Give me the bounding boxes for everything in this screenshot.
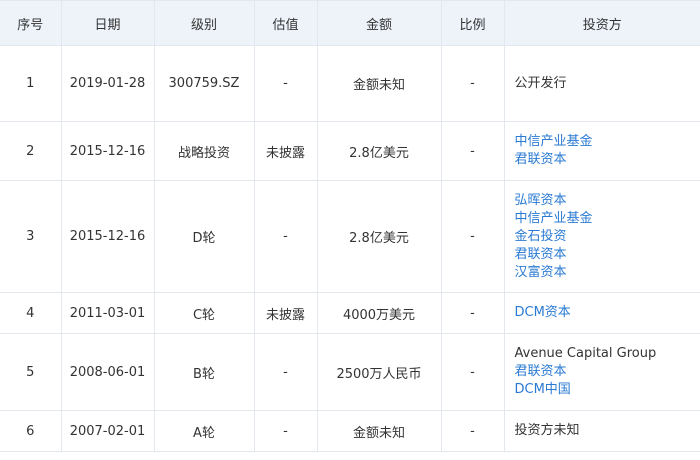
cell-ratio: - (441, 45, 505, 122)
cell-level: 300759.SZ (154, 45, 255, 122)
cell-ratio: - (441, 333, 505, 411)
cell-level: 战略投资 (154, 121, 255, 181)
investor-link[interactable]: 中信产业基金 (515, 210, 700, 228)
cell-amount: 2.8亿美元 (317, 121, 442, 181)
table-row: 6 2007-02-01 A轮 - 金额未知 - 投资方未知 (0, 410, 700, 452)
cell-no: 6 (0, 410, 62, 452)
cell-investors: 公开发行 (504, 45, 700, 122)
cell-amount: 2.8亿美元 (317, 180, 442, 293)
cell-date: 2007-02-01 (61, 410, 155, 452)
cell-date: 2011-03-01 (61, 292, 155, 334)
cell-investors: 投资方未知 (504, 410, 700, 452)
table-row: 2 2015-12-16 战略投资 未披露 2.8亿美元 - 中信产业基金 君联… (0, 121, 700, 181)
cell-valuation: 未披露 (254, 292, 318, 334)
investor-link[interactable]: 汉富资本 (515, 264, 700, 282)
cell-valuation: - (254, 410, 318, 452)
header-valuation: 估值 (254, 0, 318, 46)
investor-link[interactable]: 君联资本 (515, 151, 700, 169)
cell-valuation: - (254, 180, 318, 293)
header-investors: 投资方 (504, 0, 700, 46)
cell-investors: Avenue Capital Group 君联资本 DCM中国 (504, 333, 700, 411)
cell-level: C轮 (154, 292, 255, 334)
cell-ratio: - (441, 121, 505, 181)
cell-amount: 4000万美元 (317, 292, 442, 334)
cell-ratio: - (441, 292, 505, 334)
table-header-row: 序号 日期 级别 估值 金额 比例 投资方 (0, 0, 700, 46)
header-level: 级别 (154, 0, 255, 46)
cell-ratio: - (441, 410, 505, 452)
table-row: 4 2011-03-01 C轮 未披露 4000万美元 - DCM资本 (0, 292, 700, 334)
header-date: 日期 (61, 0, 155, 46)
cell-no: 3 (0, 180, 62, 293)
header-ratio: 比例 (441, 0, 505, 46)
investor-link[interactable]: 君联资本 (515, 246, 700, 264)
cell-date: 2019-01-28 (61, 45, 155, 122)
table-row: 3 2015-12-16 D轮 - 2.8亿美元 - 弘晖资本 中信产业基金 金… (0, 180, 700, 293)
cell-valuation: - (254, 333, 318, 411)
investor-link[interactable]: 君联资本 (515, 363, 700, 381)
investor-name: Avenue Capital Group (514, 346, 657, 361)
investor-link[interactable]: 中信产业基金 (515, 133, 700, 151)
cell-no: 5 (0, 333, 62, 411)
cell-level: B轮 (154, 333, 255, 411)
cell-valuation: 未披露 (254, 121, 318, 181)
cell-date: 2008-06-01 (61, 333, 155, 411)
cell-no: 4 (0, 292, 62, 334)
cell-date: 2015-12-16 (61, 180, 155, 293)
cell-valuation: - (254, 45, 318, 122)
cell-date: 2015-12-16 (61, 121, 155, 181)
cell-level: D轮 (154, 180, 255, 293)
investor-link[interactable]: DCM资本 (515, 304, 700, 322)
table-row: 1 2019-01-28 300759.SZ - 金额未知 - 公开发行 (0, 45, 700, 122)
cell-level: A轮 (154, 410, 255, 452)
cell-investors: DCM资本 (504, 292, 700, 334)
investor-name: 投资方未知 (514, 423, 580, 438)
investor-link[interactable]: DCM中国 (515, 381, 700, 399)
header-amount: 金额 (317, 0, 442, 46)
cell-investors: 中信产业基金 君联资本 (504, 121, 700, 181)
cell-ratio: - (441, 180, 505, 293)
investor-link[interactable]: 弘晖资本 (515, 192, 700, 210)
cell-no: 2 (0, 121, 62, 181)
table-row: 5 2008-06-01 B轮 - 2500万人民币 - Avenue Capi… (0, 333, 700, 411)
investor-name: 公开发行 (514, 75, 567, 91)
cell-amount: 金额未知 (317, 410, 442, 452)
funding-table: 序号 日期 级别 估值 金额 比例 投资方 1 2019-01-28 30075… (0, 0, 700, 452)
header-no: 序号 (0, 0, 62, 46)
cell-investors: 弘晖资本 中信产业基金 金石投资 君联资本 汉富资本 (504, 180, 700, 293)
cell-no: 1 (0, 45, 62, 122)
cell-amount: 2500万人民币 (317, 333, 442, 411)
cell-amount: 金额未知 (317, 45, 442, 122)
investor-link[interactable]: 金石投资 (515, 228, 700, 246)
